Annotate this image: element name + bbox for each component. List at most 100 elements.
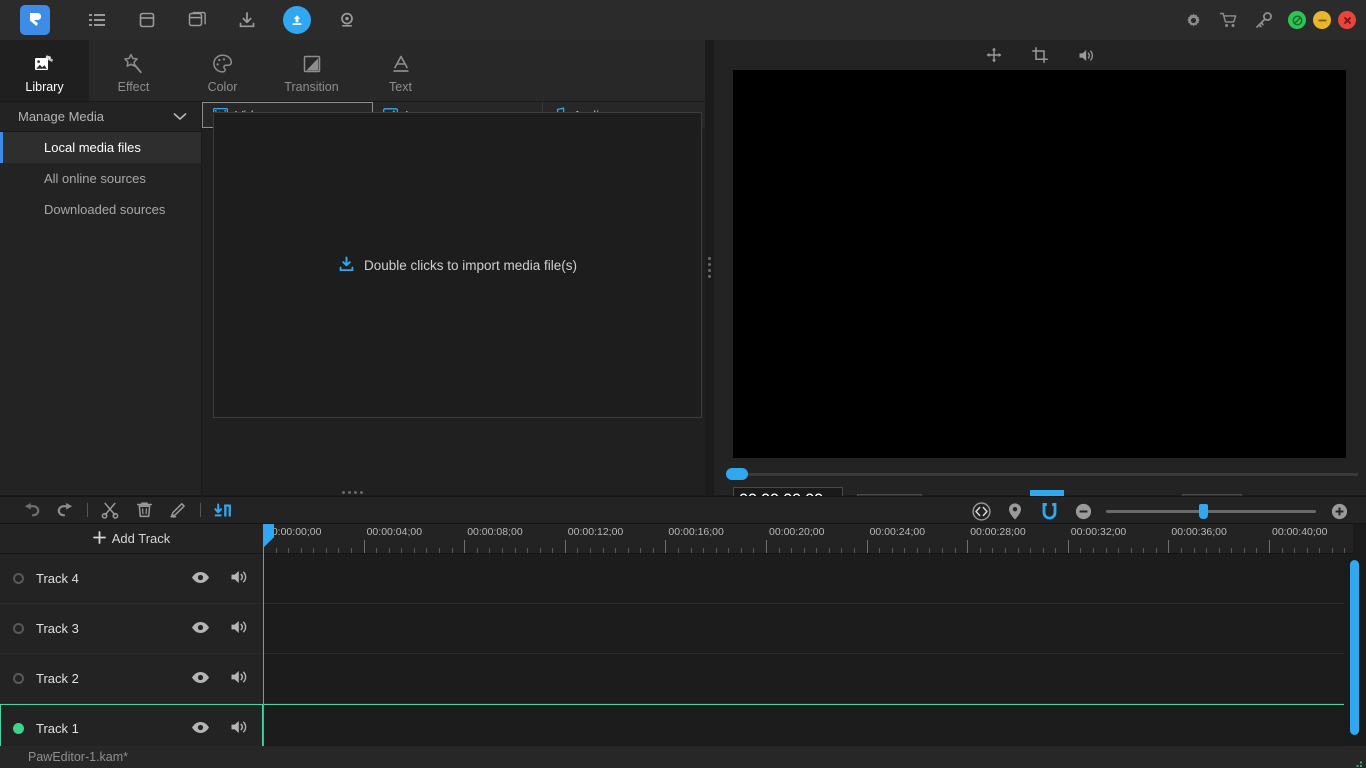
title-bar (0, 0, 1366, 40)
track-record-dot[interactable] (13, 623, 24, 634)
track-header[interactable]: Track 3 (0, 604, 263, 653)
sidebar-item-downloaded-sources[interactable]: Downloaded sources (0, 194, 201, 225)
speaker-icon[interactable] (230, 669, 249, 688)
table-row[interactable]: Track 2 (0, 654, 1366, 704)
add-track-button[interactable]: Add Track (0, 524, 263, 554)
open-project-button[interactable] (172, 0, 222, 40)
tab-library[interactable]: Library (0, 40, 89, 101)
ruler-label: 00:00:00;00 (266, 526, 321, 538)
ruler-minor-tick (1256, 548, 1257, 553)
ruler-minor-tick (929, 548, 930, 553)
track-header[interactable]: Track 2 (0, 654, 263, 703)
delete-button[interactable] (127, 496, 161, 524)
ruler-minor-tick (326, 548, 327, 553)
speaker-icon[interactable] (230, 619, 249, 638)
settings-button[interactable] (1176, 0, 1211, 40)
record-button[interactable] (322, 0, 372, 40)
sidebar-item-all-online-sources[interactable]: All online sources (0, 163, 201, 194)
video-preview-canvas[interactable] (733, 70, 1346, 458)
panel-horizontal-splitter[interactable] (0, 489, 705, 496)
track-lane[interactable] (263, 604, 1366, 653)
ruler-minor-tick (854, 548, 855, 553)
menu-button[interactable] (72, 0, 122, 40)
ruler-minor-tick (753, 548, 754, 553)
ruler-minor-tick (389, 548, 390, 553)
media-dropzone[interactable]: Double clicks to import media file(s) (213, 112, 702, 418)
license-button[interactable] (1246, 0, 1281, 40)
manage-media-dropdown[interactable]: Manage Media (0, 102, 201, 132)
split-button[interactable] (93, 496, 127, 524)
add-marker-button[interactable] (998, 497, 1032, 525)
window-minimize-button[interactable] (1313, 11, 1331, 29)
speaker-icon[interactable] (230, 569, 249, 588)
export-button[interactable] (272, 0, 322, 40)
store-button[interactable] (1211, 0, 1246, 40)
ruler-minor-tick (728, 548, 729, 553)
zoom-slider-handle[interactable] (1199, 504, 1208, 519)
track-lane[interactable] (263, 554, 1366, 603)
window-quit-button[interactable] (1338, 11, 1356, 29)
table-row[interactable]: Track 4 (0, 554, 1366, 604)
snap-toggle-button[interactable] (1032, 497, 1066, 525)
redo-button[interactable] (48, 496, 82, 524)
splitter-grip-dots (708, 257, 711, 279)
ruler-minor-tick (577, 548, 578, 553)
ruler-minor-tick (942, 548, 943, 553)
plus-circle-icon (1331, 503, 1348, 520)
table-row[interactable]: Track 1 (0, 704, 1366, 746)
track-record-dot[interactable] (13, 573, 24, 584)
track-header[interactable]: Track 4 (0, 554, 263, 603)
library-panel: Library Effect (0, 40, 713, 495)
marker-button[interactable] (206, 496, 240, 524)
timeline-vertical-scrollbar[interactable] (1350, 560, 1359, 735)
tab-color[interactable]: Color (178, 40, 267, 101)
transform-tool-button[interactable] (981, 43, 1007, 67)
track-record-dot[interactable] (13, 723, 24, 734)
tab-transition[interactable]: Transition (267, 40, 356, 101)
ruler-minor-tick (477, 548, 478, 553)
ruler-minor-tick (288, 548, 289, 553)
magic-wand-star-icon (122, 52, 146, 76)
import-button[interactable] (222, 0, 272, 40)
preview-seek-bar[interactable] (714, 468, 1366, 480)
timeline-ruler[interactable]: 00:00:00;0000:00:04;0000:00:08;0000:00:1… (263, 524, 1353, 554)
track-header[interactable]: Track 1 (0, 704, 263, 746)
seek-handle[interactable] (726, 468, 748, 480)
window-resize-grip[interactable] (1354, 756, 1363, 765)
toolbar-divider (87, 503, 88, 517)
ruler-minor-tick (1282, 548, 1283, 553)
sidebar-item-local-media-files[interactable]: Local media files (0, 132, 201, 163)
minus-icon (1317, 15, 1328, 26)
timeline-tracks: Track 4 (0, 554, 1366, 746)
new-project-button[interactable] (122, 0, 172, 40)
tab-text[interactable]: Text (356, 40, 445, 101)
tab-effect[interactable]: Effect (89, 40, 178, 101)
undo-button[interactable] (14, 496, 48, 524)
crop-tool-button[interactable] (1027, 43, 1053, 67)
speaker-icon[interactable] (230, 719, 249, 738)
window-close-button[interactable] (1288, 11, 1306, 29)
redo-arrow-icon (56, 502, 75, 518)
track-record-dot[interactable] (13, 673, 24, 684)
eye-icon[interactable] (191, 571, 210, 587)
ruler-minor-tick (1231, 548, 1232, 553)
track-lane[interactable] (263, 654, 1366, 703)
paw-editor-logo-icon (26, 11, 44, 29)
table-row[interactable]: Track 3 (0, 604, 1366, 654)
eye-icon[interactable] (191, 671, 210, 687)
ruler-minor-tick (1106, 548, 1107, 553)
volume-tool-button[interactable] (1073, 43, 1099, 67)
range-select-button[interactable] (964, 497, 998, 525)
edit-button[interactable] (161, 496, 195, 524)
app-logo (20, 5, 50, 35)
timeline-playhead[interactable] (263, 524, 264, 746)
eye-icon[interactable] (191, 721, 210, 737)
timeline-zoom-slider[interactable] (1106, 497, 1316, 525)
ruler-minor-tick (980, 548, 981, 553)
track-lane[interactable] (263, 704, 1366, 746)
panel-vertical-splitter[interactable] (705, 40, 714, 495)
zoom-in-button[interactable] (1322, 497, 1356, 525)
zoom-out-button[interactable] (1066, 497, 1100, 525)
ruler-minor-tick (955, 548, 956, 553)
eye-icon[interactable] (191, 621, 210, 637)
